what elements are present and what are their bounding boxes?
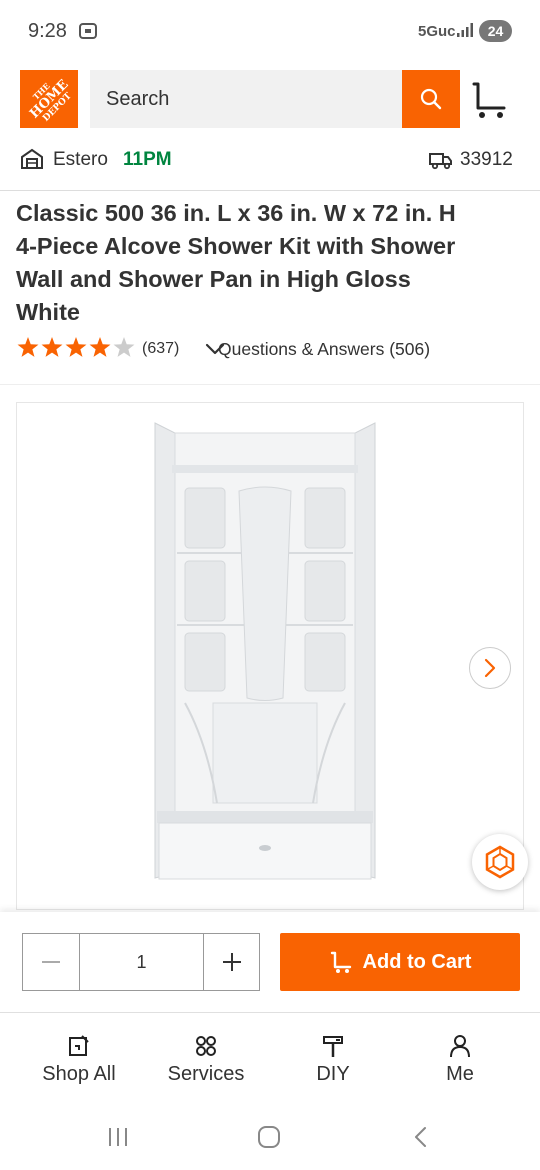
cart-icon[interactable] — [470, 78, 508, 120]
review-count[interactable]: (637) — [142, 340, 179, 358]
tab-me[interactable]: Me — [395, 1013, 525, 1107]
product-title: Classic 500 36 in. L x 36 in. W x 72 in.… — [16, 200, 456, 325]
tab-diy[interactable]: DIY — [268, 1013, 398, 1107]
add-to-cart-button[interactable]: Add to Cart — [280, 933, 520, 991]
star-filled-icon — [17, 337, 39, 357]
minus-icon — [42, 961, 60, 963]
store-icon — [21, 148, 43, 169]
buy-bar: 1 Add to Cart — [0, 912, 540, 1012]
quantity-input[interactable]: 1 — [79, 934, 204, 990]
tab-label: Me — [446, 1063, 474, 1085]
tab-shop-all[interactable]: Shop All — [14, 1013, 144, 1107]
search-icon — [420, 88, 442, 110]
questions-answers-link[interactable]: Questions & Answers (506) — [218, 339, 430, 360]
status-time: 9:28 — [28, 20, 67, 42]
decrement-button[interactable] — [23, 934, 79, 990]
battery-indicator: 24 — [479, 20, 512, 42]
store-name[interactable]: Estero — [53, 149, 108, 171]
store-row[interactable]: Estero 11PM 33912 — [0, 140, 540, 182]
home-icon[interactable] — [257, 1126, 281, 1148]
chevron-right-icon — [484, 658, 496, 678]
bottom-tab-bar: Shop All Services DIY Me — [0, 1012, 540, 1106]
home-depot-logo[interactable]: THE HOME DEPOT — [20, 70, 78, 128]
add-to-cart-label: Add to Cart — [362, 950, 472, 973]
star-empty-icon — [113, 337, 135, 357]
tab-label: Shop All — [42, 1063, 116, 1085]
recent-apps-icon[interactable] — [106, 1126, 130, 1148]
divider — [0, 384, 540, 385]
rating-stars[interactable] — [16, 336, 136, 360]
cart-icon — [330, 951, 351, 973]
search-button[interactable] — [402, 70, 460, 128]
star-filled-icon — [41, 337, 63, 357]
divider — [0, 190, 540, 191]
tab-label: DIY — [316, 1063, 350, 1085]
person-icon — [450, 1035, 470, 1058]
hexagon-ar-icon — [485, 845, 515, 879]
product-image[interactable] — [17, 403, 525, 911]
gallery-next-button[interactable] — [469, 647, 511, 689]
signal-icon — [457, 23, 473, 37]
star-filled-icon — [65, 337, 87, 357]
network-type: 5Guc — [418, 23, 456, 40]
delivery-truck-icon — [429, 153, 452, 170]
rating-row[interactable]: (637) Questions & Answers (506) — [16, 336, 516, 362]
delivery-zip[interactable]: 33912 — [460, 149, 513, 171]
star-filled-icon — [89, 337, 111, 357]
screen-record-icon — [79, 23, 97, 39]
store-closing-time: 11PM — [123, 149, 172, 170]
product-image-card[interactable] — [16, 402, 524, 910]
diy-icon — [323, 1036, 343, 1057]
logo-mark: THE HOME DEPOT — [27, 77, 74, 124]
ar-view-button[interactable] — [472, 834, 528, 890]
tab-services[interactable]: Services — [141, 1013, 271, 1107]
search-input[interactable]: Search — [90, 70, 402, 128]
system-nav-bar — [0, 1106, 540, 1170]
app-header: THE HOME DEPOT Search — [0, 70, 540, 130]
tab-label: Services — [167, 1063, 245, 1085]
plus-icon — [223, 953, 241, 971]
increment-button[interactable] — [204, 934, 260, 990]
services-icon — [196, 1036, 216, 1056]
quantity-stepper: 1 — [22, 933, 260, 991]
back-icon[interactable] — [410, 1126, 432, 1148]
status-bar: 9:28 5Guc 24 — [0, 0, 540, 62]
shop-all-icon — [69, 1035, 89, 1056]
